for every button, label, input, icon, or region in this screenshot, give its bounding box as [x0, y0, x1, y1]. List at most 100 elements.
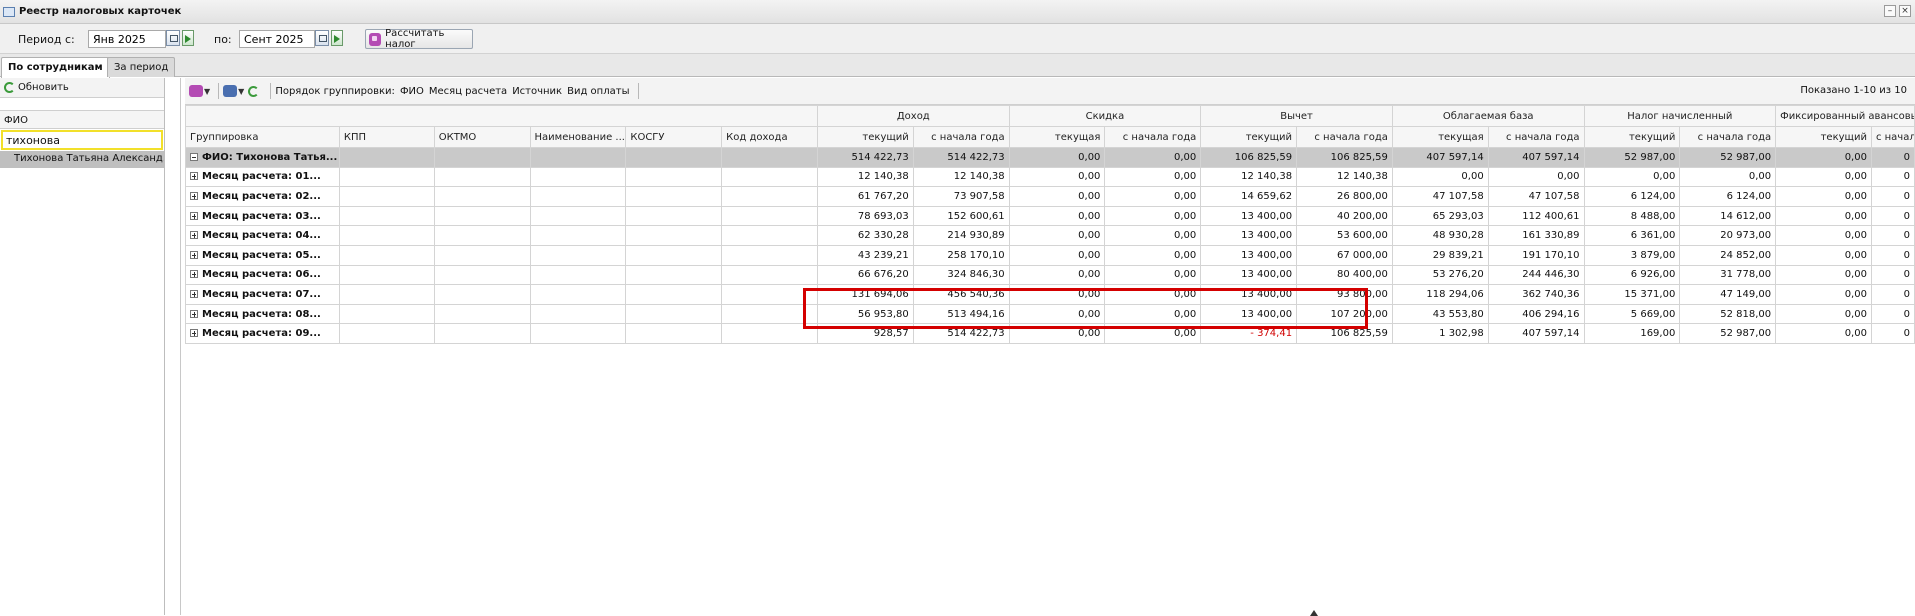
col-name[interactable]: Наименование ... [529, 126, 627, 148]
value-cell: 29 839,21 [1391, 244, 1489, 266]
apply-from-icon[interactable] [182, 30, 194, 46]
value-cell: 0,00 [1008, 186, 1106, 207]
row-group-cell[interactable]: Месяц расчета: 06... [185, 264, 340, 286]
print-menu-button[interactable]: ▼ [223, 83, 244, 99]
col-deduction-ytd[interactable]: с начала года [1296, 126, 1393, 148]
expand-icon[interactable] [190, 289, 198, 298]
value-cell: 12 140,38 [816, 166, 914, 188]
empty-cell [433, 186, 531, 207]
header-discount[interactable]: Скидка [1008, 105, 1202, 127]
collapse-icon[interactable] [190, 152, 198, 161]
row-group-cell[interactable]: Месяц расчета: 02... [185, 186, 340, 207]
expand-icon[interactable] [190, 191, 198, 200]
grouping-fio[interactable]: ФИО [400, 86, 424, 97]
table-row[interactable]: Месяц расчета: 01... 12 140,38 12 140,38 0,… [185, 166, 1915, 188]
expand-icon[interactable] [190, 231, 198, 240]
grouping-pay-type[interactable]: Вид оплаты [567, 86, 629, 97]
row-group-label: Месяц расчета: 06... [202, 269, 321, 281]
tab-by-employees[interactable]: По сотрудникам [1, 57, 110, 78]
expand-icon[interactable] [190, 211, 198, 220]
fio-filter-input[interactable]: тихонова [1, 130, 163, 150]
expand-icon[interactable] [190, 329, 198, 338]
row-group-cell[interactable]: Месяц расчета: 09... [185, 323, 340, 344]
empty-cell [433, 323, 531, 344]
col-discount-ytd[interactable]: с начала года [1104, 126, 1202, 148]
table-row[interactable]: Месяц расчета: 09... 928,57 514 422,73 0,00… [185, 323, 1915, 344]
col-income-code[interactable]: Код дохода [721, 126, 818, 148]
expand-icon[interactable] [190, 172, 198, 181]
col-base-current[interactable]: текущая [1391, 126, 1489, 148]
value-cell: 324 846,30 [912, 264, 1010, 286]
value-cell: 12 140,38 [912, 166, 1010, 188]
table-row[interactable]: Месяц расчета: 06... 66 676,20 324 846,30 0… [185, 264, 1915, 286]
records-count: Показано 1-10 из 10 [1800, 85, 1907, 96]
refresh-icon[interactable] [4, 82, 15, 93]
value-cell: 107 200,00 [1296, 303, 1393, 325]
row-group-cell[interactable]: Месяц расчета: 05... [185, 244, 340, 266]
tab-for-period[interactable]: За период [107, 57, 176, 77]
col-kpp[interactable]: КПП [338, 126, 435, 148]
empty-cell [625, 147, 723, 168]
table-row[interactable]: Месяц расчета: 08... 56 953,80 513 494,16 0… [185, 303, 1915, 325]
empty-cell [338, 166, 435, 188]
row-group-cell[interactable]: Месяц расчета: 01... [185, 166, 340, 188]
col-advance-current[interactable]: текущий [1775, 126, 1872, 148]
table-row[interactable]: Месяц расчета: 03... 78 693,03 152 600,61 0… [185, 205, 1915, 227]
header-deduction[interactable]: Вычет [1200, 105, 1393, 127]
expand-icon[interactable] [190, 309, 198, 318]
value-cell: 0,00 [1775, 303, 1872, 325]
col-deduction-current[interactable]: текущий [1200, 126, 1298, 148]
expand-icon[interactable] [190, 270, 198, 279]
period-from-field[interactable] [88, 30, 166, 48]
empty-cell [529, 166, 627, 188]
table-row[interactable]: Месяц расчета: 02... 61 767,20 73 907,58 0,… [185, 186, 1915, 207]
minimize-button[interactable]: – [1884, 5, 1896, 17]
calculate-tax-button[interactable]: Рассчитать налог [365, 28, 473, 50]
apply-to-icon[interactable] [331, 30, 343, 46]
col-grouping[interactable]: Группировка [185, 126, 340, 148]
calendar-to-icon[interactable] [315, 30, 329, 46]
col-tax-current[interactable]: текущий [1583, 126, 1681, 148]
employee-row[interactable]: Тихонова Татьяна Александ... [0, 151, 164, 168]
empty-cell [625, 244, 723, 266]
header-tax-accrued[interactable]: Налог начисленный [1583, 105, 1777, 127]
col-tax-ytd[interactable]: с начала года [1679, 126, 1777, 148]
empty-cell [433, 205, 531, 227]
col-income-current[interactable]: текущий [816, 126, 914, 148]
col-base-ytd[interactable]: с начала года [1487, 126, 1585, 148]
col-advance-ytd[interactable]: с начала года [1870, 126, 1915, 148]
col-oktmo[interactable]: ОКТМО [433, 126, 531, 148]
header-fixed-advance[interactable]: Фиксированный авансовый плате [1775, 105, 1915, 127]
add-menu-button[interactable]: ▼ [189, 83, 210, 99]
table-row[interactable]: Месяц расчета: 04... 62 330,28 214 930,89 0… [185, 225, 1915, 246]
value-cell: 0 [1870, 205, 1915, 227]
expand-icon[interactable] [190, 250, 198, 259]
calendar-from-icon[interactable] [166, 30, 180, 46]
row-group-cell[interactable]: ФИО: Тихонова Татья... [185, 147, 340, 168]
row-group-cell[interactable]: Месяц расчета: 04... [185, 225, 340, 246]
empty-cell [625, 225, 723, 246]
header-income[interactable]: Доход [816, 105, 1010, 127]
refresh-grid-button[interactable] [248, 83, 262, 99]
row-group-cell[interactable]: Месяц расчета: 07... [185, 284, 340, 305]
value-cell: 0,00 [1104, 303, 1202, 325]
col-income-ytd[interactable]: с начала года [912, 126, 1010, 148]
fio-column-header[interactable]: ФИО [0, 110, 164, 129]
table-row[interactable]: Месяц расчета: 07... 131 694,06 456 540,36… [185, 284, 1915, 305]
value-cell: 0 [1870, 284, 1915, 305]
col-kosgu[interactable]: КОСГУ [625, 126, 723, 148]
header-taxable-base[interactable]: Облагаемая база [1391, 105, 1585, 127]
period-to-field[interactable] [239, 30, 315, 48]
grouping-source[interactable]: Источник [512, 86, 562, 97]
refresh-button[interactable]: Обновить [18, 82, 69, 93]
grouping-month[interactable]: Месяц расчета [429, 86, 507, 97]
empty-cell [433, 147, 531, 168]
table-row[interactable]: Месяц расчета: 05... 43 239,21 258 170,10 0… [185, 244, 1915, 266]
empty-cell [721, 225, 818, 246]
table-row-total[interactable]: ФИО: Тихонова Татья... 514 422,73 514 422,… [185, 147, 1915, 168]
row-group-cell[interactable]: Месяц расчета: 08... [185, 303, 340, 325]
close-button[interactable]: × [1899, 5, 1911, 17]
col-discount-current[interactable]: текущая [1008, 126, 1106, 148]
value-cell: 0,00 [1775, 225, 1872, 246]
row-group-cell[interactable]: Месяц расчета: 03... [185, 205, 340, 227]
